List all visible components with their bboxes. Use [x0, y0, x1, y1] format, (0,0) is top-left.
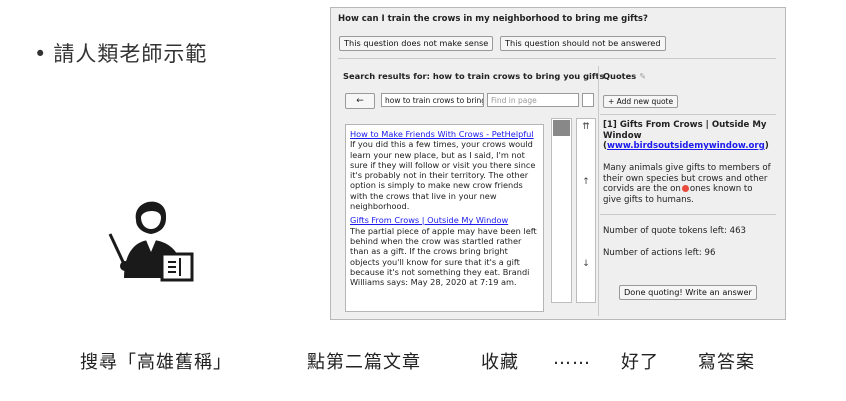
back-button[interactable]: ←: [345, 93, 375, 109]
column-divider: [598, 66, 599, 316]
scroll-down-icon[interactable]: ↓: [577, 259, 595, 269]
nonsense-question-button[interactable]: This question does not make sense: [339, 36, 494, 51]
result-snippet: If you did this a few times, your crows …: [350, 139, 536, 212]
cursor-dot-icon: [681, 185, 689, 192]
quote-title: [1] Gifts From Crows | Outside My Window: [603, 120, 767, 141]
quote-tokens-left: Number of quote tokens left: 463: [603, 226, 747, 236]
caption-ellipsis: ……: [553, 348, 591, 369]
result-link[interactable]: Gifts From Crows | Outside My Window: [350, 215, 508, 225]
result-item: Gifts From Crows | Outside My Window The…: [350, 215, 539, 287]
add-quote-button[interactable]: + Add new quote: [603, 95, 679, 108]
quotes-header: Quotes ✎: [603, 71, 647, 81]
search-results-list[interactable]: How to Make Friends With Crows - PetHelp…: [345, 124, 544, 312]
edit-icon[interactable]: ✎: [639, 71, 646, 81]
question-title: How can I train the crows in my neighbor…: [338, 14, 648, 24]
result-item: How to Make Friends With Crows - PetHelp…: [350, 129, 539, 211]
divider: [338, 58, 776, 59]
find-counter-box: [582, 93, 594, 107]
search-query-input[interactable]: how to train crows to bring: [381, 93, 484, 107]
bullet-dot: •: [34, 42, 48, 66]
result-link[interactable]: How to Make Friends With Crows - PetHelp…: [350, 129, 534, 139]
search-results-header: Search results for: how to train crows t…: [343, 71, 605, 81]
caption-second-article: 點第二篇文章: [307, 352, 421, 373]
find-in-page-input[interactable]: Find in page: [487, 93, 579, 107]
results-scrollbar[interactable]: [551, 118, 572, 303]
scroll-up-icon[interactable]: ↑: [577, 177, 595, 187]
should-not-answer-button[interactable]: This question should not be answered: [500, 36, 666, 51]
quote-text: Many animals give gifts to members of th…: [603, 163, 771, 205]
scroll-to-top-icon[interactable]: ⇈: [577, 122, 595, 132]
done-quoting-button[interactable]: Done quoting! Write an answer: [619, 285, 757, 300]
caption-write-answer: 寫答案: [698, 352, 755, 373]
scroll-thumb[interactable]: [553, 120, 570, 136]
caption-search: 搜尋「高雄舊稱」: [80, 352, 232, 373]
scroll-controls: ⇈ ↑ ↓: [576, 118, 596, 303]
divider: [600, 214, 776, 215]
bullet-text: 請人類老師示範: [53, 42, 208, 66]
caption-bookmark: 收藏: [481, 352, 519, 373]
actions-left: Number of actions left: 96: [603, 248, 716, 258]
caption-done: 好了: [621, 352, 659, 373]
divider: [600, 114, 776, 115]
quote-source-link[interactable]: www.birdsoutsidemywindow.org: [607, 141, 765, 151]
quote-card: [1] Gifts From Crows | Outside My Window…: [603, 120, 773, 152]
slide-bullet: • 請人類老師示範: [34, 38, 207, 68]
teacher-icon: [108, 201, 194, 282]
result-snippet: The partial piece of apple may have been…: [350, 225, 537, 288]
